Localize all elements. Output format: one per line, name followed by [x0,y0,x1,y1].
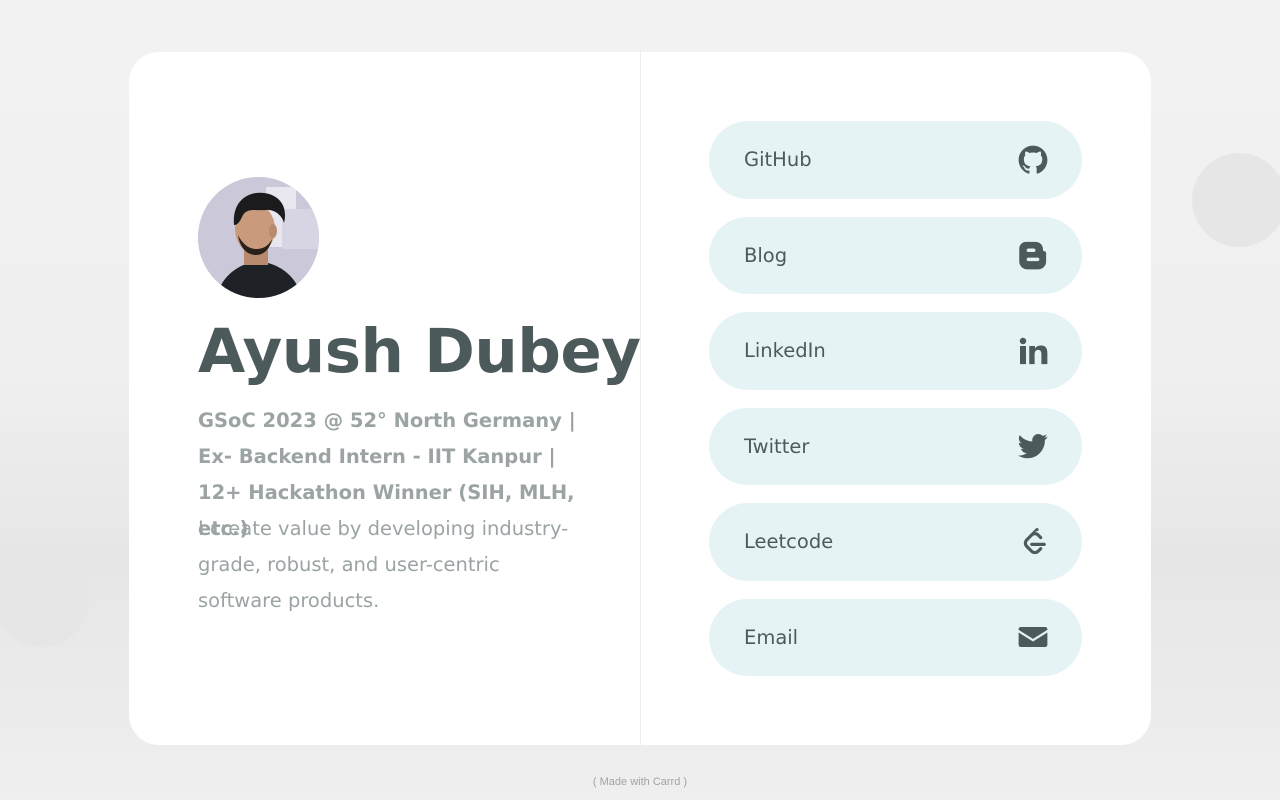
column-divider [640,52,641,745]
leetcode-icon [1018,527,1048,557]
twitter-icon [1018,431,1048,461]
leetcode-link-button[interactable]: Leetcode [709,503,1082,581]
link-label: Twitter [744,434,810,458]
link-label: LinkedIn [744,339,826,363]
avatar-photo [198,177,319,298]
link-label: Blog [744,243,788,267]
link-label: GitHub [744,148,812,172]
linkedin-icon [1018,336,1048,366]
background-circle-decoration [1192,153,1280,247]
twitter-link-button[interactable]: Twitter [709,407,1082,485]
links-list: GitHub Blog LinkedIn Twitter Leetcode Em… [709,121,1082,676]
github-link-button[interactable]: GitHub [709,121,1082,199]
github-icon [1018,145,1048,175]
profile-bio: I create value by developing industry-gr… [198,517,569,612]
background-circle-decoration [0,552,89,647]
profile-name: Ayush Dubey [198,316,641,387]
made-with-carrd-credit[interactable]: ( Made with Carrd ) [0,776,1280,788]
linkedin-link-button[interactable]: LinkedIn [709,312,1082,390]
blog-link-button[interactable]: Blog [709,216,1082,294]
email-link-button[interactable]: Email [709,598,1082,676]
blogger-icon [1018,240,1048,270]
link-label: Leetcode [744,530,834,554]
profile-card: Ayush Dubey GSoC 2023 @ 52° North German… [129,52,1151,745]
link-label: Email [744,625,799,649]
avatar [198,177,319,298]
envelope-icon [1018,622,1048,652]
